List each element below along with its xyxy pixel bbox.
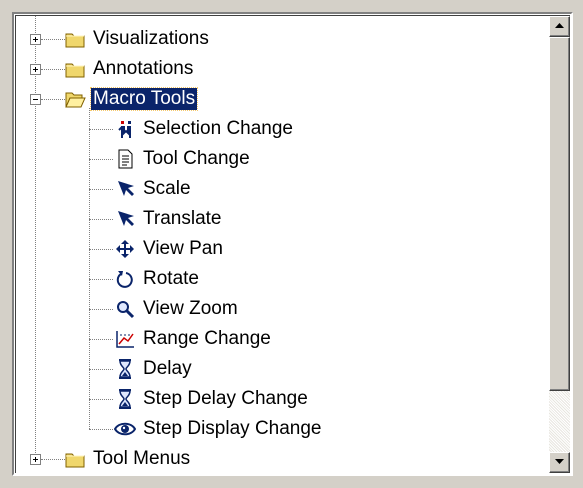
tree-item-label: View Zoom — [143, 298, 238, 319]
scroll-down-arrow-icon — [555, 459, 564, 464]
tree-item-label: Step Delay Change — [143, 388, 308, 409]
tree-item-translate[interactable]: Translate — [16, 204, 552, 234]
folder-closed-icon — [64, 28, 86, 50]
tree-item-label: Visualizations — [93, 28, 209, 49]
tree-item-view-zoom[interactable]: View Zoom — [16, 294, 552, 324]
tree-item-visualizations[interactable]: Visualizations — [16, 24, 552, 54]
tree-item-view-pan[interactable]: View Pan — [16, 234, 552, 264]
tree-item-label: View Pan — [143, 238, 223, 259]
expand-plus-icon[interactable] — [30, 454, 41, 465]
rotate-icon — [114, 268, 136, 290]
scroll-up-arrow-icon — [555, 23, 564, 28]
expand-plus-icon[interactable] — [30, 64, 41, 75]
tree-item-step-display-change[interactable]: Step Display Change — [16, 414, 552, 444]
tree-item-label: Selection Change — [143, 118, 293, 139]
tree-item-label: Tool Change — [143, 148, 250, 169]
tool-change-icon — [114, 148, 136, 170]
tree-item-label: Step Display Change — [143, 418, 322, 439]
tree-item-label: Translate — [143, 208, 222, 229]
arrow-cursor-icon — [114, 178, 136, 200]
pan-arrows-icon — [114, 238, 136, 260]
tree-item-label: Rotate — [143, 268, 199, 289]
tree-item-label: Macro Tools — [89, 87, 199, 111]
tree-item-delay[interactable]: Delay — [16, 354, 552, 384]
tree-item-label: Range Change — [143, 328, 271, 349]
tree-panel: Visualizations Annotations Macro Tools Sele… — [6, 6, 579, 482]
collapse-minus-icon[interactable] — [30, 94, 41, 105]
vertical-scrollbar[interactable] — [549, 16, 570, 473]
tree-item-tool-menus[interactable]: Tool Menus — [16, 444, 552, 474]
arrow-cursor-icon — [114, 208, 136, 230]
folder-open-icon — [64, 88, 86, 110]
magnifier-icon — [114, 298, 136, 320]
range-chart-icon — [114, 328, 136, 350]
tree-item-step-delay-change[interactable]: Step Delay Change — [16, 384, 552, 414]
tree-view[interactable]: Visualizations Annotations Macro Tools Sele… — [12, 12, 573, 476]
scroll-down-button[interactable] — [549, 452, 570, 473]
tree-item-range-change[interactable]: Range Change — [16, 324, 552, 354]
eye-icon — [113, 418, 137, 440]
folder-closed-icon — [64, 448, 86, 470]
tree-content: Visualizations Annotations Macro Tools Sele… — [16, 16, 552, 473]
expand-plus-icon[interactable] — [30, 34, 41, 45]
tree-item-rotate[interactable]: Rotate — [16, 264, 552, 294]
tree-item-annotations[interactable]: Annotations — [16, 54, 552, 84]
tree-item-tool-change[interactable]: Tool Change — [16, 144, 552, 174]
tree-item-label: Annotations — [93, 58, 194, 79]
folder-closed-icon — [64, 58, 86, 80]
tree-item-label: Tool Menus — [93, 448, 191, 469]
tree-item-label: Scale — [143, 178, 191, 199]
tree-item-selection-change[interactable]: Selection Change — [16, 114, 552, 144]
hourglass-icon — [114, 388, 136, 410]
tree-item-label: Delay — [143, 358, 192, 379]
tree-item-macro-tools[interactable]: Macro Tools — [16, 84, 552, 114]
hourglass-icon — [114, 358, 136, 380]
scroll-up-button[interactable] — [549, 16, 570, 37]
selection-change-icon — [114, 118, 136, 140]
scrollbar-thumb[interactable] — [549, 37, 570, 391]
tree-item-scale[interactable]: Scale — [16, 174, 552, 204]
